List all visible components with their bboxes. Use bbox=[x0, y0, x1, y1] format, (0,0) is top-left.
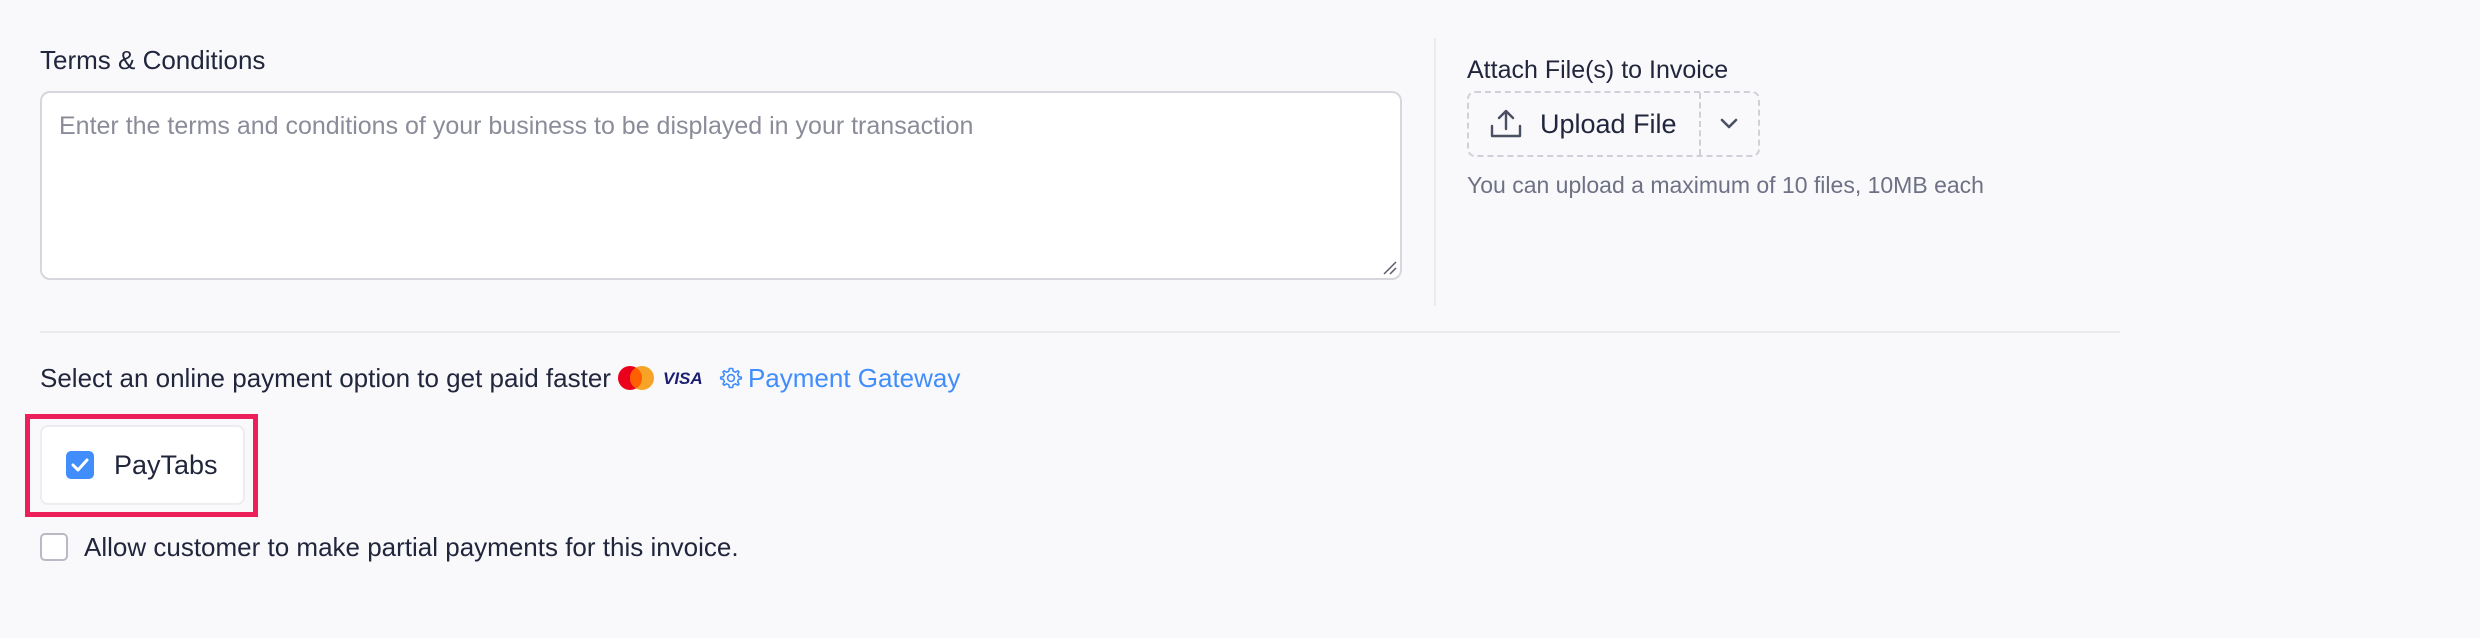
paytabs-checkbox[interactable] bbox=[66, 451, 94, 479]
partial-payments-checkbox[interactable] bbox=[40, 533, 68, 561]
upload-file-button[interactable]: Upload File bbox=[1469, 93, 1699, 155]
mastercard-icon bbox=[617, 366, 654, 390]
section-divider bbox=[40, 331, 2120, 333]
resize-handle-icon[interactable] bbox=[1381, 259, 1397, 275]
paytabs-option[interactable]: PayTabs bbox=[40, 425, 245, 505]
gear-icon[interactable] bbox=[719, 366, 743, 390]
visa-text: VISA bbox=[663, 369, 703, 388]
upload-hint: You can upload a maximum of 10 files, 10… bbox=[1467, 172, 1984, 198]
payment-prompt: Select an online payment option to get p… bbox=[40, 363, 611, 393]
vertical-divider bbox=[1434, 38, 1436, 306]
terms-placeholder: Enter the terms and conditions of your b… bbox=[59, 112, 974, 140]
upload-options-dropdown[interactable] bbox=[1701, 93, 1758, 155]
attach-files-label: Attach File(s) to Invoice bbox=[1467, 56, 1729, 84]
upload-icon bbox=[1490, 109, 1522, 138]
paytabs-label: PayTabs bbox=[114, 450, 218, 480]
partial-payments-label: Allow customer to make partial payments … bbox=[84, 532, 739, 562]
upload-file-group: Upload File bbox=[1467, 91, 1760, 157]
visa-icon: VISA bbox=[663, 369, 703, 388]
upload-file-label: Upload File bbox=[1540, 109, 1677, 139]
terms-label: Terms & Conditions bbox=[40, 45, 266, 75]
terms-textarea[interactable]: Enter the terms and conditions of your b… bbox=[40, 91, 1402, 280]
checkmark-icon bbox=[71, 458, 89, 472]
payment-gateway-link[interactable]: Payment Gateway bbox=[748, 361, 960, 395]
chevron-down-icon bbox=[1720, 118, 1738, 129]
payment-options-row: Select an online payment option to get p… bbox=[40, 361, 960, 395]
